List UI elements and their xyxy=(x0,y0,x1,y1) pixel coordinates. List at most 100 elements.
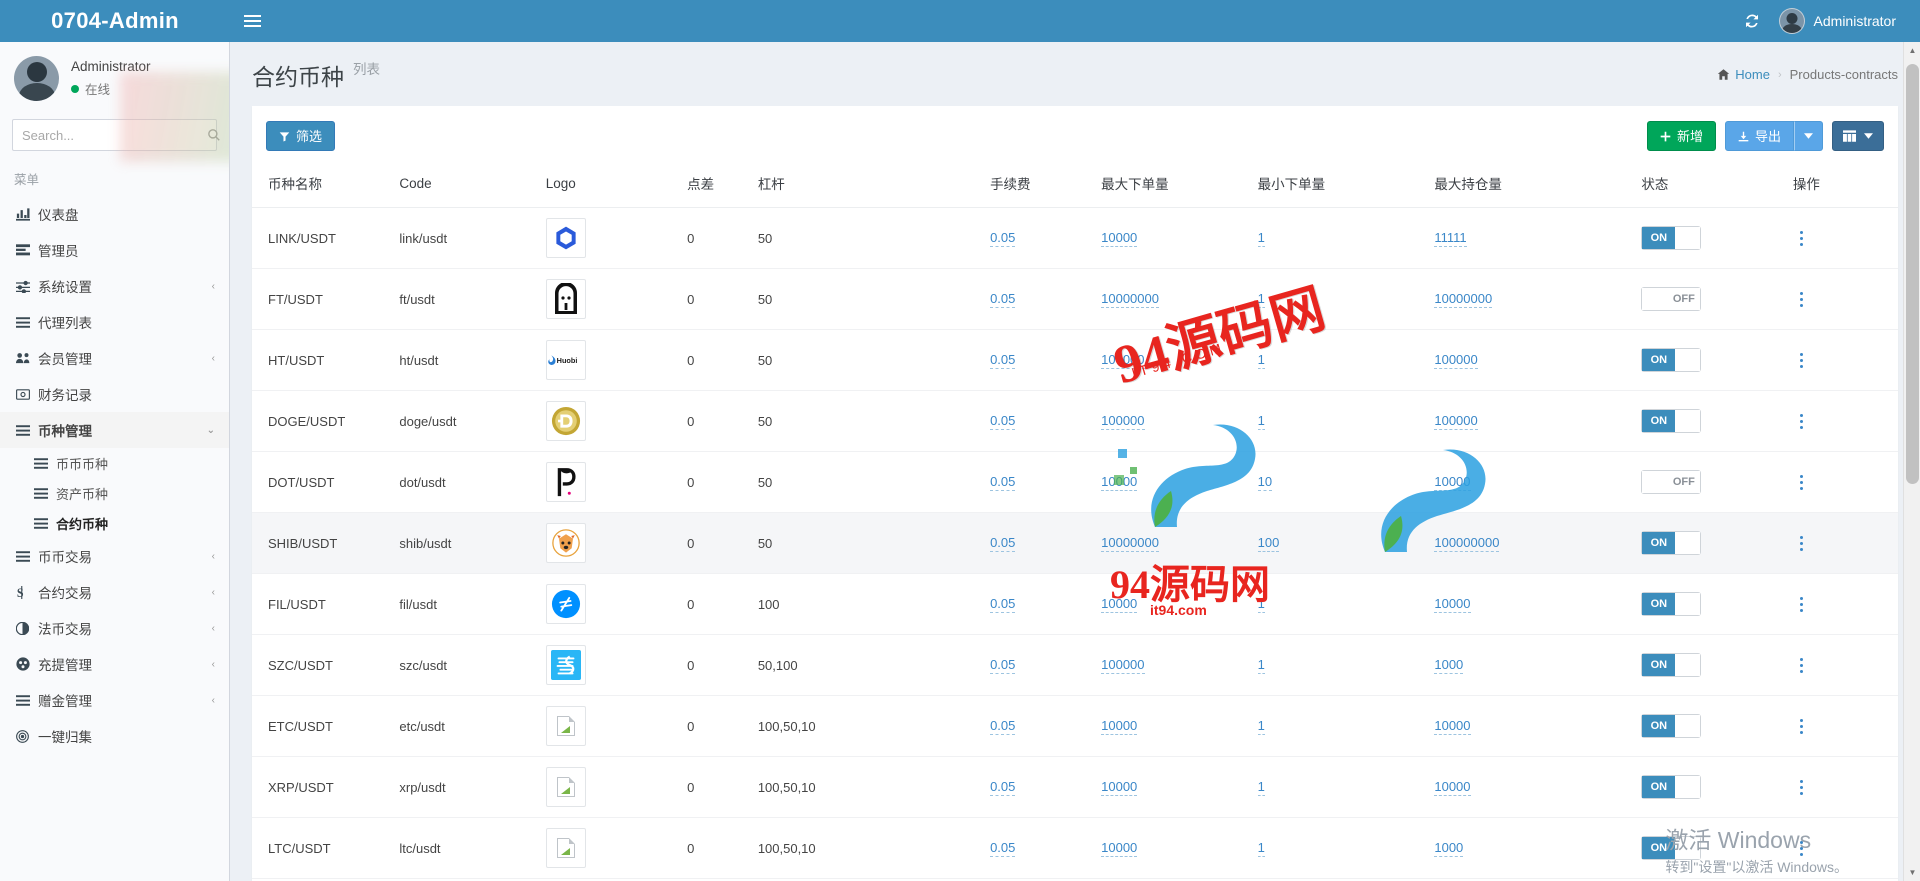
cell-max-order[interactable]: 10000 xyxy=(1095,451,1252,513)
sidebar-search[interactable] xyxy=(12,119,220,151)
editable-max-order[interactable]: 10000 xyxy=(1101,229,1138,248)
editable-min-order[interactable]: 1 xyxy=(1257,717,1265,736)
cell-fee[interactable]: 0.05 xyxy=(984,573,1096,635)
editable-max-order[interactable]: 100000 xyxy=(1101,656,1145,675)
cell-min-order[interactable]: 1 xyxy=(1251,329,1429,391)
cell-max-order[interactable]: 100000 xyxy=(1095,329,1252,391)
editable-min-order[interactable]: 1 xyxy=(1257,229,1265,248)
cell-max-order[interactable]: 10000000 xyxy=(1095,268,1252,330)
editable-fee[interactable]: 0.05 xyxy=(990,534,1016,553)
cell-max-position[interactable]: 1000 xyxy=(1428,817,1636,879)
editable-max-position[interactable]: 100000 xyxy=(1434,412,1478,431)
table-row[interactable]: FIL/USDT fil/usdt 0 100 0.05 10000 1 10000 ON xyxy=(252,573,1898,635)
editable-max-order[interactable]: 100000 xyxy=(1101,412,1145,431)
search-input[interactable] xyxy=(13,120,207,150)
cell-max-order[interactable]: 10000 xyxy=(1095,207,1252,269)
sidebar-item-13[interactable]: 充提管理 ‹ xyxy=(0,646,229,682)
cell-actions[interactable] xyxy=(1786,695,1898,757)
row-actions-menu-icon[interactable] xyxy=(1793,776,1811,798)
cell-min-order[interactable]: 1 xyxy=(1251,390,1429,452)
cell-fee[interactable]: 0.05 xyxy=(984,329,1096,391)
editable-min-order[interactable]: 1 xyxy=(1257,656,1265,675)
sidebar-item-7[interactable]: 币币币种 xyxy=(0,448,229,478)
cell-max-order[interactable]: 100000 xyxy=(1095,634,1252,696)
cell-status[interactable]: ON xyxy=(1635,756,1787,818)
sidebar-item-11[interactable]: S 合约交易 ‹ xyxy=(0,574,229,610)
editable-fee[interactable]: 0.05 xyxy=(990,351,1016,370)
editable-min-order[interactable]: 1 xyxy=(1257,351,1265,370)
status-toggle[interactable]: ON xyxy=(1641,714,1702,738)
cell-max-position[interactable]: 10000 xyxy=(1428,573,1636,635)
row-actions-menu-icon[interactable] xyxy=(1793,715,1811,737)
sidebar-item-1[interactable]: 管理员 xyxy=(0,232,229,268)
status-toggle[interactable]: OFF xyxy=(1641,470,1702,494)
sidebar-item-10[interactable]: 币币交易 ‹ xyxy=(0,538,229,574)
row-actions-menu-icon[interactable] xyxy=(1793,410,1811,432)
cell-fee[interactable]: 0.05 xyxy=(984,634,1096,696)
cell-fee[interactable]: 0.05 xyxy=(984,268,1096,330)
filter-button[interactable]: 筛选 xyxy=(266,121,336,151)
scrollbar-thumb[interactable] xyxy=(1906,64,1919,484)
cell-max-order[interactable]: 10000 xyxy=(1095,573,1252,635)
status-toggle[interactable]: ON xyxy=(1641,531,1702,555)
col-header-max-order[interactable]: 最大下单量 xyxy=(1095,163,1252,208)
cell-fee[interactable]: 0.05 xyxy=(984,390,1096,452)
sidebar-item-4[interactable]: 会员管理 ‹ xyxy=(0,340,229,376)
editable-max-order[interactable]: 10000 xyxy=(1101,473,1138,492)
table-row[interactable]: SHIB/USDT shib/usdt 0 50 0.05 10000000 100 1000… xyxy=(252,512,1898,574)
cell-min-order[interactable]: 1 xyxy=(1251,817,1429,879)
editable-max-position[interactable]: 11111 xyxy=(1434,229,1467,248)
editable-fee[interactable]: 0.05 xyxy=(990,595,1016,614)
editable-max-position[interactable]: 1000 xyxy=(1434,839,1464,858)
row-actions-menu-icon[interactable] xyxy=(1793,593,1811,615)
table-row[interactable]: DOT/USDT dot/usdt 0 50 0.05 10000 10 10000 OFF xyxy=(252,451,1898,513)
brand-logo[interactable]: 0704-Admin xyxy=(0,0,230,42)
editable-fee[interactable]: 0.05 xyxy=(990,778,1016,797)
cell-status[interactable]: ON xyxy=(1635,329,1787,391)
sidebar-user-panel[interactable]: Administrator 在线 xyxy=(0,42,229,113)
refresh-icon[interactable] xyxy=(1735,0,1769,42)
cell-max-position[interactable]: 10000 xyxy=(1428,451,1636,513)
col-header-code[interactable]: Code xyxy=(393,163,540,208)
status-toggle[interactable]: ON xyxy=(1641,653,1702,677)
editable-min-order[interactable]: 1 xyxy=(1257,290,1265,309)
cell-fee[interactable]: 0.05 xyxy=(984,756,1096,818)
cell-actions[interactable] xyxy=(1786,329,1898,391)
editable-max-order[interactable]: 100000 xyxy=(1101,351,1145,370)
row-actions-menu-icon[interactable] xyxy=(1793,227,1811,249)
cell-actions[interactable] xyxy=(1786,207,1898,269)
cell-actions[interactable] xyxy=(1786,573,1898,635)
col-header-fee[interactable]: 手续费 xyxy=(984,163,1096,208)
cell-min-order[interactable]: 1 xyxy=(1251,634,1429,696)
cell-min-order[interactable]: 10 xyxy=(1251,451,1429,513)
search-icon[interactable] xyxy=(207,120,221,150)
add-button[interactable]: 新增 xyxy=(1646,121,1716,151)
table-row[interactable]: FT/USDT ft/usdt 0 50 0.05 10000000 1 10000000 OF… xyxy=(252,268,1898,330)
editable-fee[interactable]: 0.05 xyxy=(990,290,1016,309)
editable-max-order[interactable]: 10000 xyxy=(1101,717,1138,736)
editable-fee[interactable]: 0.05 xyxy=(990,473,1016,492)
col-header-logo[interactable]: Logo xyxy=(539,163,682,208)
cell-max-order[interactable]: 10000 xyxy=(1095,756,1252,818)
editable-max-position[interactable]: 10000 xyxy=(1434,778,1471,797)
cell-actions[interactable] xyxy=(1786,390,1898,452)
cell-min-order[interactable]: 1 xyxy=(1251,573,1429,635)
table-row[interactable]: LINK/USDT link/usdt 0 50 0.05 10000 1 11111 ON xyxy=(252,207,1898,269)
scroll-up-icon[interactable]: ▲ xyxy=(1904,42,1920,59)
table-row[interactable]: HT/USDT ht/usdt Huobi 0 50 0.05 100000 1 100000 O… xyxy=(252,329,1898,391)
cell-fee[interactable]: 0.05 xyxy=(984,512,1096,574)
sidebar-item-12[interactable]: 法币交易 ‹ xyxy=(0,610,229,646)
sidebar-item-5[interactable]: 财务记录 xyxy=(0,376,229,412)
editable-max-position[interactable]: 100000 xyxy=(1434,351,1478,370)
cell-status[interactable]: ON xyxy=(1635,512,1787,574)
status-toggle[interactable]: ON xyxy=(1641,775,1702,799)
sidebar-item-3[interactable]: 代理列表 xyxy=(0,304,229,340)
status-toggle[interactable]: OFF xyxy=(1641,287,1702,311)
row-actions-menu-icon[interactable] xyxy=(1793,349,1811,371)
cell-actions[interactable] xyxy=(1786,512,1898,574)
cell-status[interactable]: ON xyxy=(1635,634,1787,696)
editable-max-order[interactable]: 10000000 xyxy=(1101,290,1159,309)
editable-fee[interactable]: 0.05 xyxy=(990,229,1016,248)
sidebar-item-14[interactable]: 赠金管理 ‹ xyxy=(0,682,229,718)
editable-max-position[interactable]: 1000 xyxy=(1434,656,1464,675)
